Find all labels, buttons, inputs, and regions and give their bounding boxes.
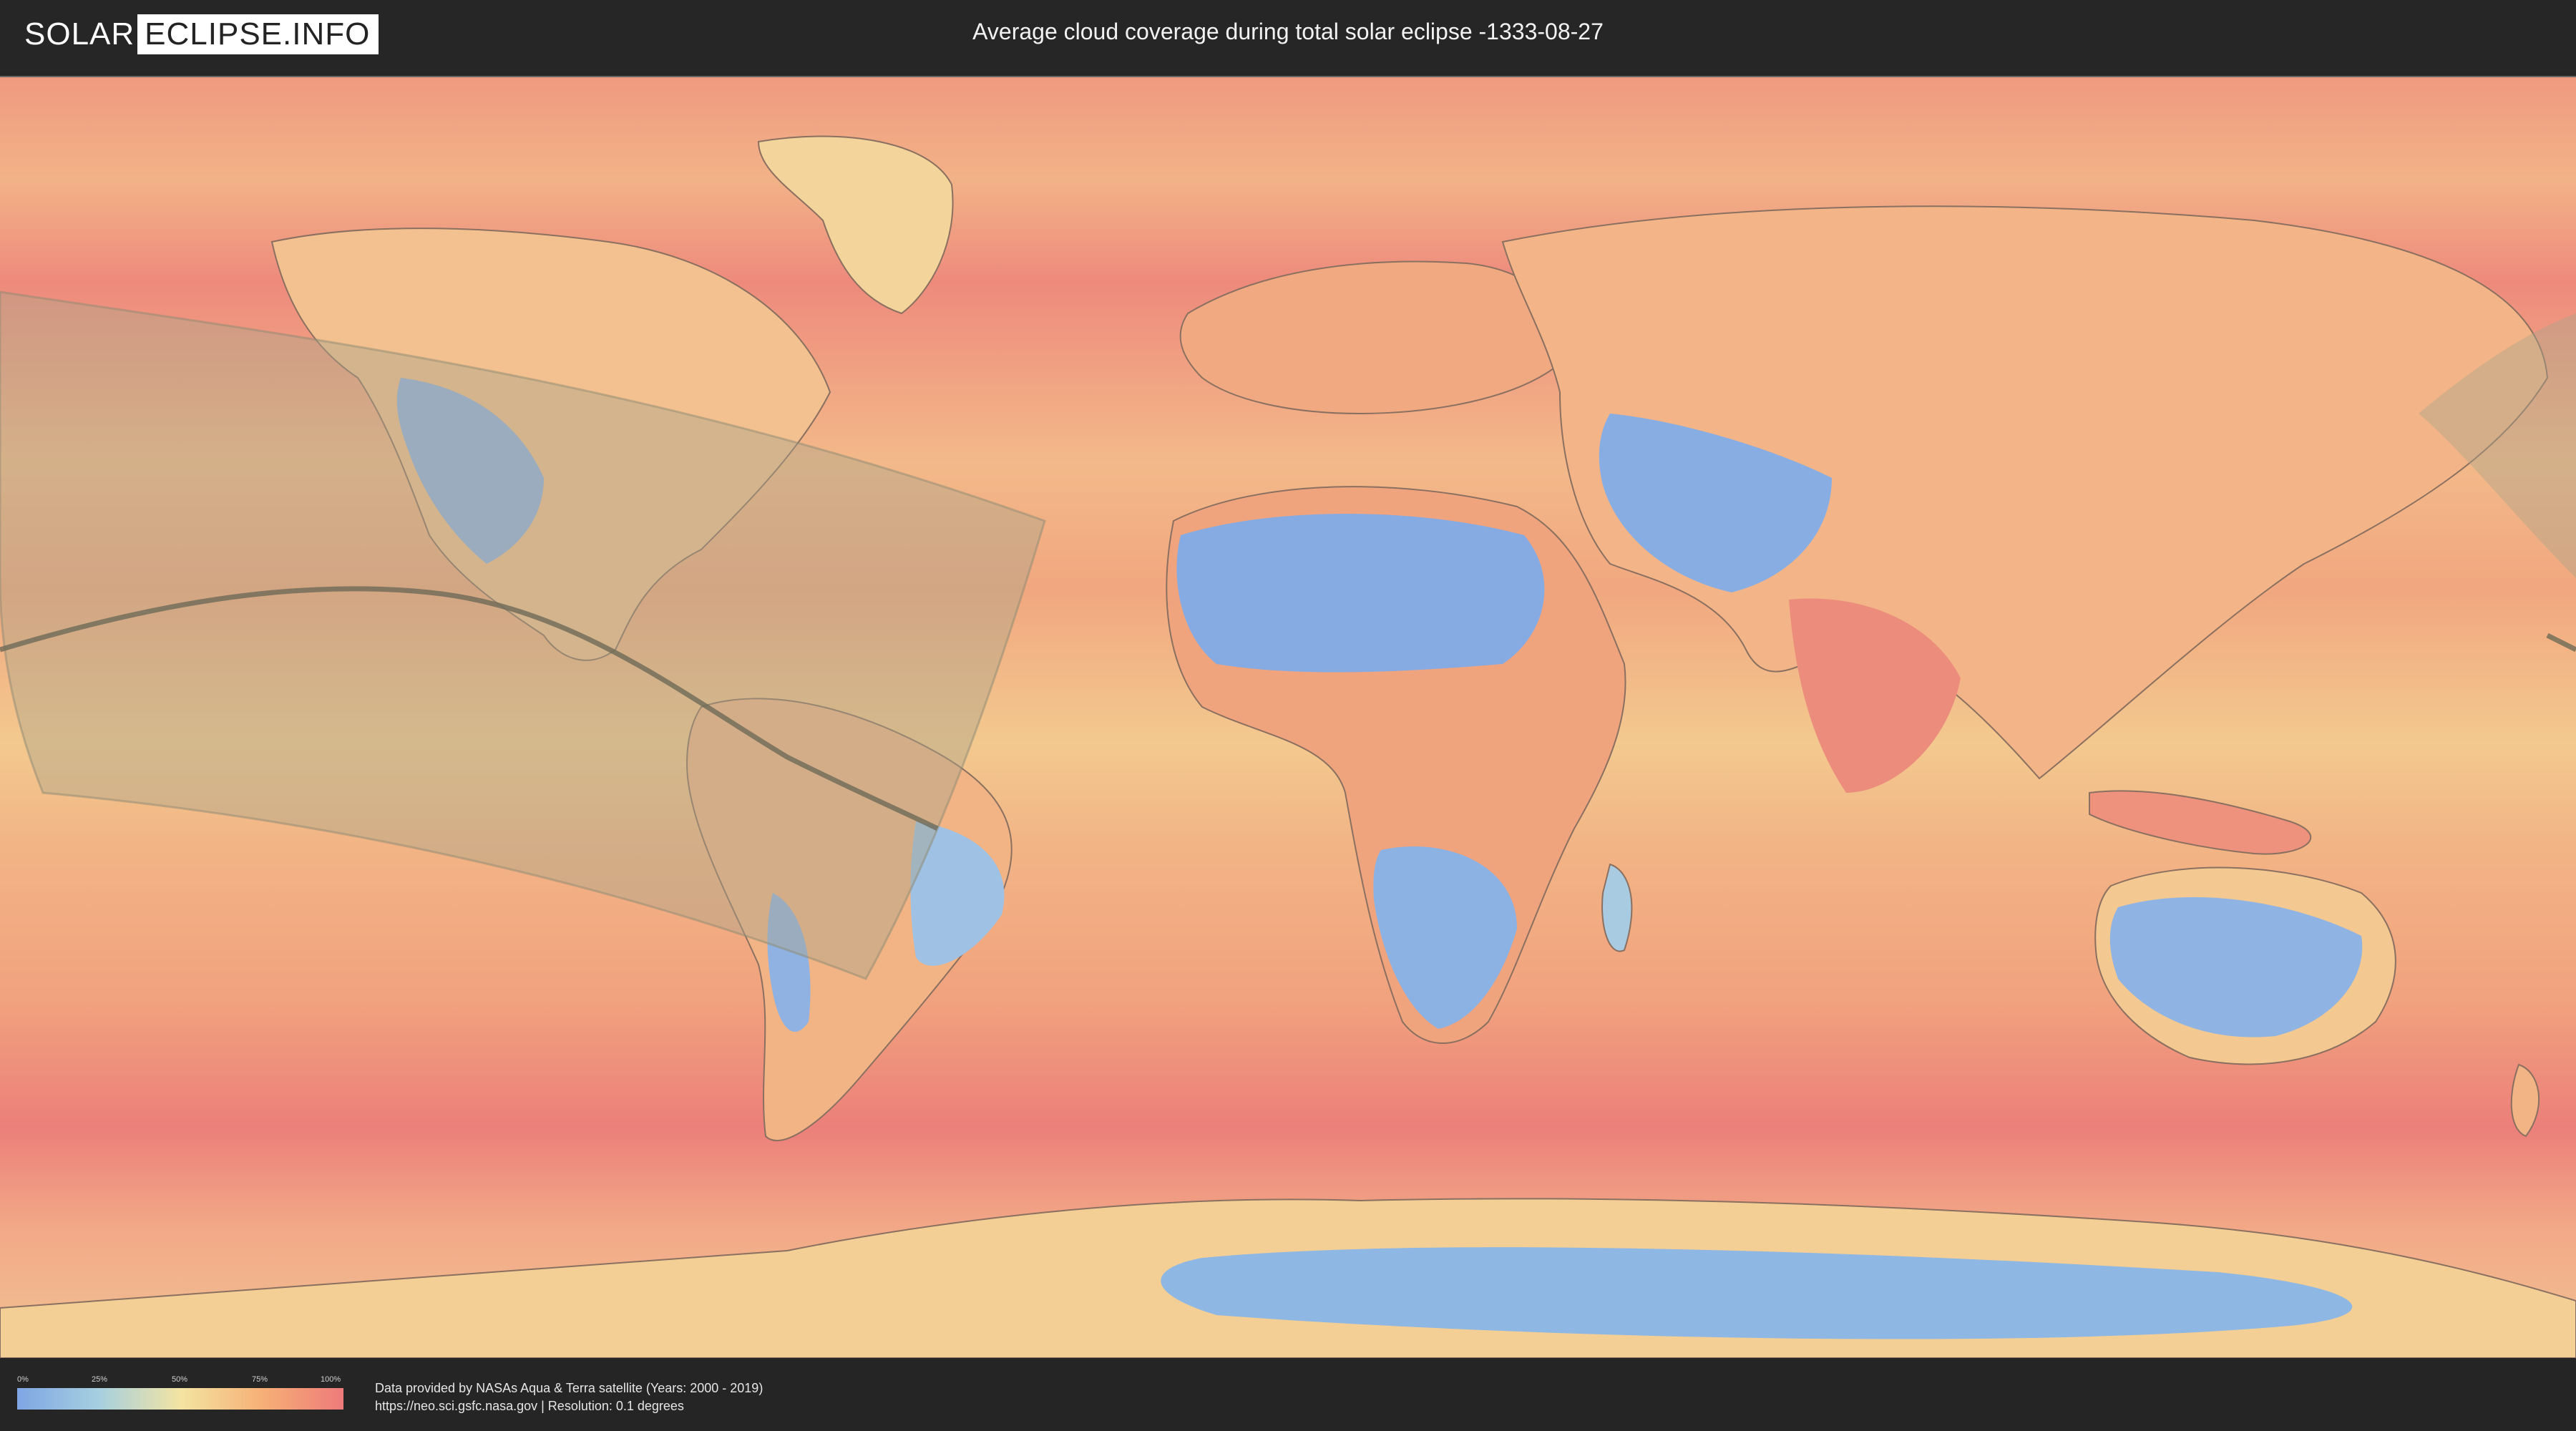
legend-color-bar: [17, 1388, 343, 1410]
legend-tick-25: 25%: [92, 1375, 108, 1384]
world-cloud-map[interactable]: [0, 76, 2576, 1359]
legend-tick-50: 50%: [172, 1375, 188, 1384]
credits-line-url: https://neo.sci.gsfc.nasa.gov | Resoluti…: [375, 1399, 684, 1413]
credits-line-source: Data provided by NASAs Aqua & Terra sate…: [375, 1381, 763, 1395]
legend-tick-75: 75%: [252, 1375, 268, 1384]
map-canvas: [0, 77, 2576, 1358]
header-bar: SOLAR ECLIPSE.INFO Average cloud coverag…: [0, 0, 2576, 72]
legend-tick-0: 0%: [17, 1375, 29, 1384]
legend-ticks: 0% 25% 50% 75% 100%: [17, 1375, 343, 1385]
data-credits: Data provided by NASAs Aqua & Terra sate…: [375, 1379, 763, 1415]
sahara-clear-zone: [1176, 514, 1545, 673]
page-title: Average cloud coverage during total sola…: [972, 19, 1604, 44]
cloud-coverage-legend: 0% 25% 50% 75% 100%: [17, 1375, 343, 1415]
legend-tick-100: 100%: [321, 1375, 341, 1384]
